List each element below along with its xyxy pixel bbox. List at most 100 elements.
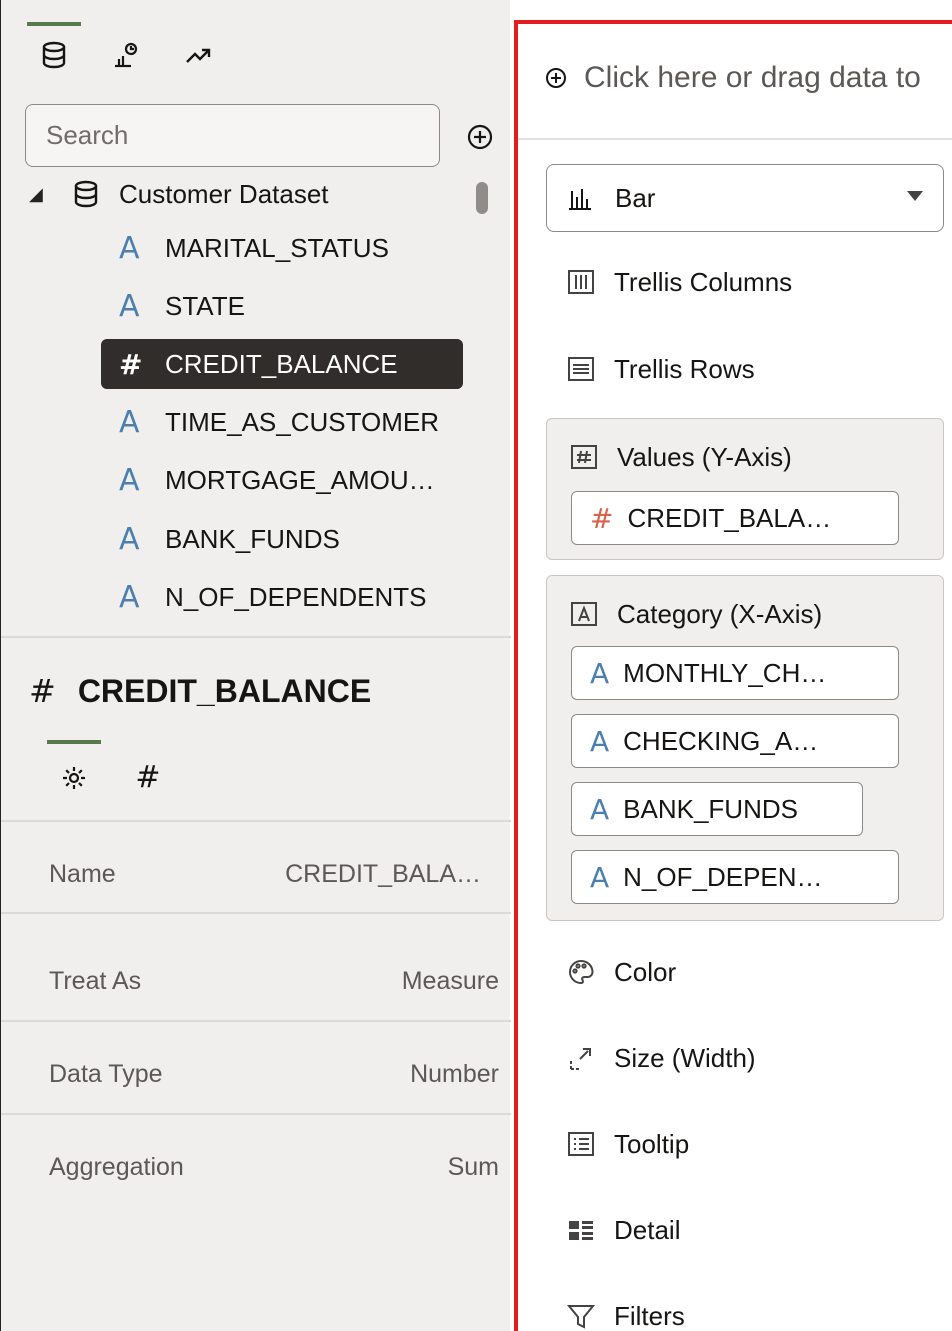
tree-scrollbar[interactable] — [476, 182, 488, 214]
column-item-selected[interactable]: # CREDIT_BALANCE — [101, 339, 463, 389]
trellis-rows-zone[interactable]: Trellis Rows — [566, 347, 755, 391]
chart-type-value: Bar — [615, 182, 656, 213]
trellis-rows-icon — [568, 357, 594, 381]
category-pill[interactable]: A MONTHLY_CH… — [571, 646, 899, 700]
column-item[interactable]: A MORTGAGE_AMOU… — [101, 455, 463, 505]
panel-divider — [1, 636, 511, 638]
category-axis-icon — [571, 602, 597, 626]
property-row[interactable]: Treat As Measure — [1, 935, 511, 1027]
trellis-columns-zone[interactable]: Trellis Columns — [566, 260, 792, 304]
column-label: TIME_AS_CUSTOMER — [165, 406, 440, 437]
gear-icon — [63, 767, 85, 789]
property-label: Data Type — [49, 1059, 163, 1088]
chart-type-select[interactable]: Bar — [546, 164, 944, 232]
zone-label: Size (Width) — [614, 1042, 756, 1073]
filters-zone[interactable]: Filters — [566, 1294, 685, 1331]
color-zone[interactable]: Color — [566, 950, 676, 994]
tab-analytics[interactable] — [99, 22, 153, 82]
row-divider — [1, 820, 511, 822]
palette-icon — [569, 959, 594, 985]
property-row[interactable]: Name CREDIT_BALA… — [1, 828, 511, 920]
pill-label: BANK_FUNDS — [623, 793, 798, 824]
search-input[interactable] — [26, 105, 439, 166]
property-value[interactable]: CREDIT_BALA… — [285, 860, 481, 889]
attribute-icon: A — [590, 724, 610, 758]
tab-number-format[interactable]: # — [121, 740, 175, 802]
properties-title: # CREDIT_BALANCE — [29, 664, 371, 718]
properties-title-text: CREDIT_BALANCE — [77, 672, 372, 709]
column-label: BANK_FUNDS — [165, 523, 340, 554]
category-pill[interactable]: A CHECKING_A… — [571, 714, 899, 768]
column-item[interactable]: A STATE — [101, 281, 463, 331]
trellis-columns-icon — [568, 270, 594, 294]
trend-icon — [186, 48, 211, 63]
row-divider — [1, 1020, 511, 1022]
property-value[interactable]: Measure — [402, 967, 499, 996]
column-item[interactable]: A MARITAL_STATUS — [101, 223, 463, 273]
detail-zone[interactable]: Detail — [566, 1208, 680, 1252]
zone-label: Color — [614, 956, 677, 987]
attribute-icon: A — [590, 656, 610, 690]
tooltip-icon — [568, 1132, 594, 1156]
zone-label: Category (X-Axis) — [617, 598, 823, 629]
attribute-icon: A — [119, 230, 140, 266]
attribute-icon: A — [119, 288, 140, 324]
database-icon — [42, 41, 66, 69]
measure-hash-icon: # — [29, 672, 56, 710]
values-zone-header: Values (Y-Axis) — [569, 437, 792, 477]
column-label: MORTGAGE_AMOU… — [165, 464, 435, 495]
measure-icon: # — [590, 501, 614, 535]
detail-icon — [569, 1221, 593, 1240]
tab-general[interactable] — [47, 740, 101, 802]
property-label: Aggregation — [49, 1152, 184, 1181]
zone-label: Trellis Columns — [614, 266, 793, 297]
column-item[interactable]: A TIME_AS_CUSTOMER — [101, 397, 463, 447]
attribute-icon: A — [590, 792, 610, 826]
attribute-icon: A — [119, 521, 140, 557]
pill-label: CHECKING_A… — [623, 725, 819, 756]
dataset-name: Customer Dataset — [119, 178, 329, 209]
column-item[interactable]: A BANK_FUNDS — [101, 514, 463, 564]
property-value[interactable]: Number — [410, 1060, 499, 1089]
search-field[interactable] — [25, 104, 440, 167]
dataset-node[interactable]: ◢ Customer Dataset — [29, 172, 329, 216]
column-item[interactable]: A N_OF_DEPENDENTS — [101, 572, 463, 622]
measure-icon: # — [119, 347, 143, 381]
property-row[interactable]: Data Type Number — [1, 1028, 511, 1120]
data-panel: ◢ Customer Dataset A MARITAL_STATUS A ST… — [0, 0, 511, 1331]
tab-trend[interactable] — [171, 22, 225, 82]
zone-label: Trellis Rows — [614, 353, 755, 384]
values-zone[interactable]: Values (Y-Axis) # CREDIT_BALA… — [546, 418, 944, 560]
property-label: Treat As — [49, 966, 142, 995]
category-pill[interactable]: A BANK_FUNDS — [571, 782, 863, 836]
column-label: CREDIT_BALANCE — [165, 348, 398, 379]
column-label: MARITAL_STATUS — [165, 232, 389, 263]
values-axis-icon — [571, 445, 597, 469]
zone-label: Detail — [614, 1214, 681, 1245]
values-pill[interactable]: # CREDIT_BALA… — [571, 491, 899, 545]
pill-label: N_OF_DEPEN… — [623, 861, 823, 892]
bar-chart-icon — [569, 189, 591, 210]
drop-hint[interactable]: Click here or drag data to — [544, 56, 921, 100]
add-circle-icon — [546, 68, 566, 88]
category-zone[interactable]: Category (X-Axis) A MONTHLY_CH… A CHECKI… — [546, 575, 944, 921]
attribute-icon: A — [590, 860, 610, 894]
category-zone-header: Category (X-Axis) — [569, 594, 822, 634]
category-pill[interactable]: A N_OF_DEPEN… — [571, 850, 899, 904]
tab-data[interactable] — [27, 22, 81, 82]
add-data-icon[interactable] — [463, 120, 497, 154]
pill-label: MONTHLY_CH… — [623, 657, 827, 688]
property-row[interactable]: Aggregation Sum — [1, 1121, 511, 1213]
attribute-icon: A — [119, 404, 140, 440]
property-value[interactable]: Sum — [448, 1153, 499, 1182]
grammar-divider — [518, 138, 952, 140]
size-zone[interactable]: Size (Width) — [566, 1036, 756, 1080]
hash-icon: # — [135, 760, 161, 795]
column-label: STATE — [165, 290, 245, 321]
drop-hint-text: Click here or drag data to — [584, 61, 921, 94]
collapse-caret-icon[interactable]: ◢ — [29, 184, 49, 205]
zone-label: Values (Y-Axis) — [617, 441, 792, 472]
tooltip-zone[interactable]: Tooltip — [566, 1122, 689, 1166]
grammar-panel: Click here or drag data to Bar Trellis C… — [514, 20, 952, 1331]
attribute-icon: A — [119, 579, 140, 615]
